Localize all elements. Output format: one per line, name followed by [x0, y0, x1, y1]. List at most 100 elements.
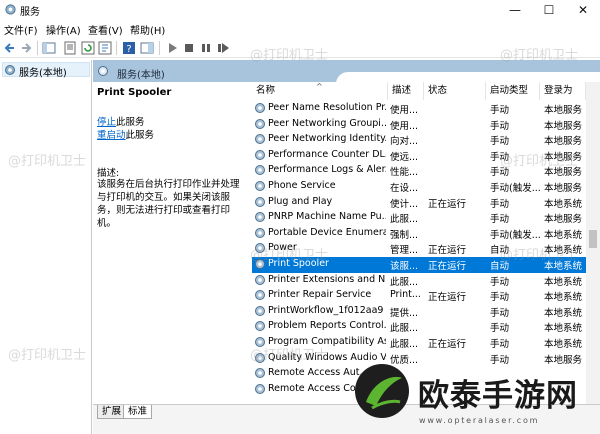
tree-item-services-local[interactable]: 服务(本地)	[2, 62, 90, 79]
service-row[interactable]: Peer Networking Groupi... 使用... 手动 本地服务	[252, 117, 586, 133]
service-row[interactable]: Plug and Play 使计... 正在运行 手动 本地系统	[252, 195, 586, 211]
service-name-cell: Power	[268, 242, 297, 254]
service-status-cell: 正在运行	[428, 292, 467, 304]
tab-standard[interactable]: 标准	[123, 405, 153, 419]
service-gear-icon	[255, 134, 265, 145]
service-gear-icon	[255, 212, 265, 223]
start-service-icon[interactable]	[165, 41, 179, 55]
panel-header: 服务(本地)	[93, 60, 600, 82]
service-logon-cell: 本地系统	[544, 292, 583, 304]
column-header-label: 名称	[256, 85, 276, 96]
export-list-icon[interactable]	[98, 41, 112, 55]
service-name-cell: Printer Repair Service	[268, 289, 372, 301]
service-logon-cell: 本地服务	[544, 120, 583, 132]
column-header-name[interactable]: 名称 ^	[252, 82, 388, 100]
scrollbar-thumb[interactable]	[589, 230, 597, 248]
minimize-button[interactable]: —	[498, 0, 532, 20]
service-startup-cell: 手动	[490, 292, 510, 304]
service-startup-cell: 手动	[490, 214, 510, 226]
service-desc-cell: 在设...	[390, 183, 419, 194]
service-row[interactable]: Print Spooler 该服... 正在运行 自动 本地系统	[252, 257, 586, 273]
console-tree-icon[interactable]	[42, 41, 56, 55]
service-row[interactable]: Peer Name Resolution Pr... 使用... 手动 本地服务	[252, 101, 586, 117]
service-desc-cell: Print...	[390, 289, 421, 301]
svg-text:?: ?	[126, 44, 131, 55]
help-icon[interactable]: ?	[122, 41, 136, 55]
service-logon-cell: 本地系统	[544, 323, 583, 335]
service-row[interactable]: Portable Device Enumera... 强制... 手动(触发... 本…	[252, 226, 586, 242]
service-name-cell: Performance Logs & Aler...	[268, 164, 386, 176]
service-row[interactable]: Printer Extensions and N... 此服... 手动 本地系统	[252, 273, 586, 289]
menu-file[interactable]: 文件(F)	[4, 22, 38, 37]
service-row[interactable]: PrintWorkflow_1f012aa9 提供... 手动 本地系统	[252, 304, 586, 320]
service-logon-cell: 本地服务	[544, 354, 583, 366]
close-button[interactable]: ✕	[566, 0, 600, 20]
service-gear-icon	[255, 243, 265, 254]
service-logon-cell: 本地系统	[544, 339, 583, 350]
service-desc-cell: 强制...	[390, 229, 419, 241]
service-startup-cell: 手动	[490, 307, 510, 319]
service-gear-icon	[255, 368, 265, 379]
column-header-status[interactable]: 状态	[424, 82, 486, 100]
column-header-logon-as[interactable]: 登录为	[540, 82, 586, 100]
service-gear-icon	[255, 290, 265, 301]
tab-extended[interactable]: 扩展	[97, 405, 127, 419]
service-name-cell: Problem Reports Control...	[268, 320, 386, 332]
service-gear-icon	[255, 352, 265, 363]
service-name-cell: Peer Name Resolution Pr...	[268, 102, 386, 113]
service-startup-cell: 手动	[490, 105, 510, 116]
service-startup-cell: 手动	[490, 276, 510, 288]
service-row[interactable]: Quality Windows Audio V... 优质... 手动 本地服务	[252, 351, 586, 367]
service-startup-cell: 手动	[490, 198, 510, 210]
menu-action[interactable]: 操作(A)	[46, 22, 81, 37]
vertical-scrollbar[interactable]	[586, 82, 600, 404]
service-row[interactable]: Problem Reports Control... 此服... 手动 本地系统	[252, 319, 586, 335]
service-logon-cell: 本地系统	[544, 307, 583, 319]
service-row[interactable]: Phone Service 在设... 手动(触发... 本地服务	[252, 179, 586, 195]
service-logon-cell: 本地服务	[544, 167, 583, 179]
toolbar-separator	[37, 41, 38, 55]
show-hide-panel-icon[interactable]	[140, 41, 154, 55]
service-row[interactable]: Performance Logs & Aler... 性能... 手动 本地服务	[252, 163, 586, 179]
service-startup-cell: 手动	[490, 354, 510, 366]
console-tree: 服务(本地)	[0, 60, 92, 434]
service-row[interactable]: Peer Networking Identity... 向对... 手动 本地服务	[252, 132, 586, 148]
service-row[interactable]: Performance Counter DL... 使远... 手动 本地服务	[252, 148, 586, 164]
refresh-icon[interactable]	[81, 41, 95, 55]
services-gear-icon	[5, 4, 16, 15]
service-name-cell: Plug and Play	[268, 195, 333, 207]
column-header-description[interactable]: 描述	[388, 82, 424, 100]
stop-service-icon[interactable]	[182, 41, 196, 55]
properties-icon[interactable]	[63, 41, 77, 55]
back-arrow-icon[interactable]	[3, 41, 17, 55]
service-status-cell: 正在运行	[428, 261, 467, 272]
sort-ascending-icon: ^	[316, 82, 323, 91]
menu-bar: 文件(F) 操作(A) 查看(V) 帮助(H)	[0, 20, 600, 38]
service-desc-cell: 此服...	[390, 276, 419, 288]
restart-service-link[interactable]: 重启动	[97, 130, 126, 141]
service-desc-cell: 此服...	[390, 214, 419, 226]
menu-view[interactable]: 查看(V)	[88, 22, 123, 37]
column-header-startup-type[interactable]: 启动类型	[486, 82, 540, 100]
service-logon-cell: 本地服务	[544, 151, 583, 163]
service-row[interactable]: Printer Repair Service Print... 正在运行 手动 本地系统	[252, 288, 586, 304]
toolbar: ?	[0, 38, 600, 58]
service-row[interactable]: PNRP Machine Name Pu... 此服... 手动 本地服务	[252, 210, 586, 226]
restart-service-icon[interactable]	[216, 41, 230, 55]
service-logon-cell: 本地服务	[544, 136, 583, 148]
service-row[interactable]: Power 管理... 正在运行 自动 本地系统	[252, 241, 586, 257]
service-logon-cell: 本地系统	[544, 276, 583, 288]
service-gear-icon	[255, 337, 265, 347]
service-name-heading: Print Spooler	[97, 87, 172, 98]
service-name-cell: Print Spooler	[268, 258, 329, 269]
service-row[interactable]: Program Compatibility As... 此服... 正在运行 手动 本地…	[252, 335, 586, 351]
service-gear-icon	[255, 274, 265, 285]
pause-service-icon[interactable]	[199, 41, 213, 55]
service-name-cell: PrintWorkflow_1f012aa9	[268, 304, 384, 316]
forward-arrow-icon[interactable]	[19, 41, 33, 55]
service-logon-cell: 本地系统	[544, 245, 583, 257]
menu-help[interactable]: 帮助(H)	[130, 22, 165, 37]
description-pane: Print Spooler 停止此服务 重启动此服务 描述: 该服务在后台执行打…	[93, 82, 243, 404]
maximize-button[interactable]: ☐	[532, 0, 566, 20]
service-gear-icon	[255, 227, 265, 238]
